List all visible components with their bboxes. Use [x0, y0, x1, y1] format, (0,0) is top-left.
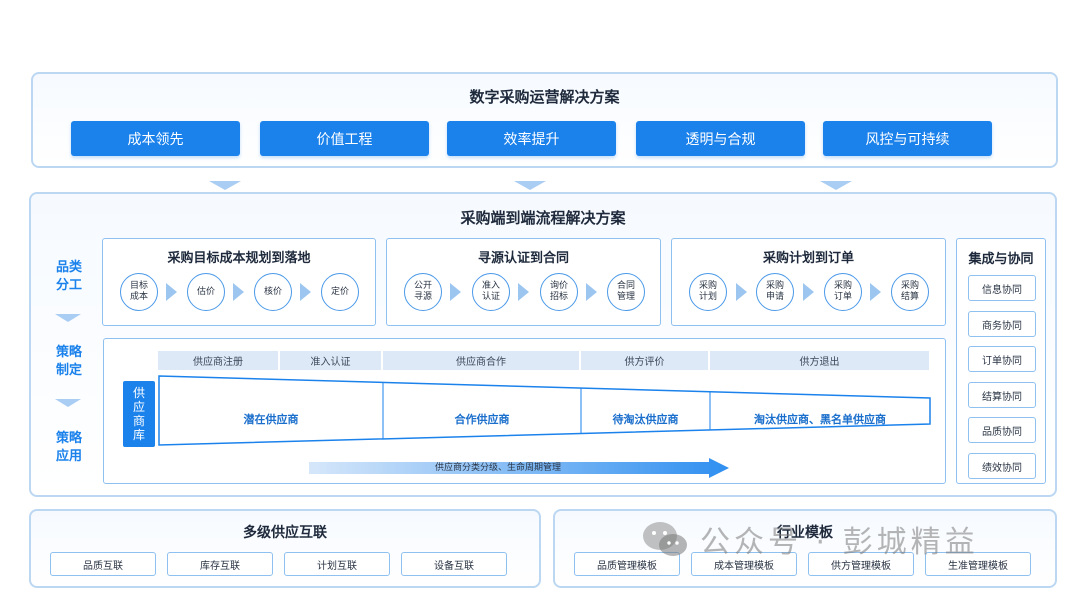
middle-title: 采购端到端流程解决方案 — [460, 209, 626, 227]
integration-collaboration: 集成与协同 信息协同 商务协同 订单协同 结算协同 品质协同 绩效协同 — [956, 238, 1046, 484]
step-inquiry-bidding[interactable]: 询价 招标 — [540, 273, 578, 311]
process-title: 寻源认证到合同 — [477, 251, 569, 266]
arrow-right-icon — [870, 283, 881, 301]
step-admission[interactable]: 准入 认证 — [472, 273, 510, 311]
multi-tier-supply-panel: 多级供应互联 品质互联 库存互联 计划互联 设备互联 — [29, 509, 541, 588]
step-purchase-plan[interactable]: 采购 计划 — [689, 273, 727, 311]
industry-templates-panel: 行业模板 品质管理模板 成本管理模板 供方管理模板 生准管理模板 — [553, 509, 1057, 588]
link-equipment[interactable]: 设备互联 — [401, 552, 507, 576]
template-production[interactable]: 生准管理模板 — [925, 552, 1031, 576]
arrow-right-icon — [518, 283, 529, 301]
side-label-application: 策略 应用 — [55, 431, 82, 464]
process-plan-to-order: 采购计划到订单 采购 计划 采购 申请 采购 订单 采购 结算 — [671, 238, 946, 326]
segment-pending-elimination: 待淘汰供应商 — [612, 413, 679, 426]
digital-procurement-panel: 数字采购运营解决方案 成本领先 价值工程 效率提升 透明与合规 风控与可持续 — [31, 72, 1058, 168]
arrow-right-icon — [233, 283, 244, 301]
collab-business[interactable]: 商务协同 — [968, 311, 1036, 337]
arrow-right-icon — [300, 283, 311, 301]
segment-eliminated-blacklist: 淘汰供应商、黑名单供应商 — [754, 413, 886, 426]
process-target-cost: 采购目标成本规划到落地 目标 成本 估价 核价 定价 — [102, 238, 376, 326]
arrow-right-icon — [803, 283, 814, 301]
chevron-down-icon — [55, 399, 81, 407]
pill-efficiency[interactable]: 效率提升 — [447, 121, 616, 156]
step-contract[interactable]: 合同 管理 — [607, 273, 645, 311]
process-sourcing: 寻源认证到合同 公开 寻源 准入 认证 询价 招标 合同 管理 — [386, 238, 661, 326]
templates-title: 行业模板 — [777, 525, 833, 541]
multi-title: 多级供应互联 — [243, 525, 327, 541]
collab-info[interactable]: 信息协同 — [968, 275, 1036, 301]
arrow-right-icon — [586, 283, 597, 301]
supplier-library-label: 供应商库 — [123, 381, 155, 447]
step-target-cost[interactable]: 目标 成本 — [120, 273, 158, 311]
chevron-down-icon — [209, 181, 241, 190]
pill-value-engineering[interactable]: 价值工程 — [260, 121, 429, 156]
arrow-right-icon — [166, 283, 177, 301]
chevron-down-icon — [55, 314, 81, 322]
arrow-right-icon — [736, 283, 747, 301]
step-purchase-request[interactable]: 采购 申请 — [756, 273, 794, 311]
pill-transparency[interactable]: 透明与合规 — [636, 121, 805, 156]
link-plan[interactable]: 计划互联 — [284, 552, 390, 576]
segment-cooperative: 合作供应商 — [454, 413, 510, 426]
template-supplier[interactable]: 供方管理模板 — [808, 552, 914, 576]
link-inventory[interactable]: 库存互联 — [167, 552, 273, 576]
collab-quality[interactable]: 品质协同 — [968, 417, 1036, 443]
template-quality[interactable]: 品质管理模板 — [574, 552, 680, 576]
step-purchase-order[interactable]: 采购 订单 — [824, 273, 862, 311]
chevron-down-icon — [514, 181, 546, 190]
chevron-down-icon — [820, 181, 852, 190]
segment-potential: 潜在供应商 — [243, 413, 299, 426]
arrow-right-icon — [450, 283, 461, 301]
step-pricing[interactable]: 定价 — [321, 273, 359, 311]
collab-performance[interactable]: 绩效协同 — [968, 453, 1036, 479]
template-cost[interactable]: 成本管理模板 — [691, 552, 797, 576]
lifecycle-label: 供应商分类分级、生命周期管理 — [434, 463, 561, 473]
pill-risk-control[interactable]: 风控与可持续 — [823, 121, 992, 156]
side-label-strategy: 策略 制定 — [55, 345, 82, 378]
integration-title: 集成与协同 — [968, 252, 1034, 267]
collab-settlement[interactable]: 结算协同 — [968, 382, 1036, 408]
link-quality[interactable]: 品质互联 — [50, 552, 156, 576]
process-title: 采购目标成本规划到落地 — [167, 251, 311, 266]
step-verify-price[interactable]: 核价 — [254, 273, 292, 311]
step-settlement[interactable]: 采购 结算 — [891, 273, 929, 311]
pill-cost-leadership[interactable]: 成本领先 — [71, 121, 240, 156]
supplier-library: 供应商注册 准入认证 供应商合作 供方评价 供方退出 供应商库 潜在供应商 合作… — [103, 338, 946, 484]
top-title: 数字采购运营解决方案 — [469, 88, 620, 106]
step-open-sourcing[interactable]: 公开 寻源 — [404, 273, 442, 311]
side-label-category: 品类 分工 — [55, 260, 82, 293]
collab-order[interactable]: 订单协同 — [968, 346, 1036, 372]
e2e-procurement-panel: 采购端到端流程解决方案 品类 分工 策略 制定 策略 应用 采购目标成本规划到落地 目… — [29, 192, 1057, 497]
process-title: 采购计划到订单 — [762, 251, 854, 266]
step-estimate[interactable]: 估价 — [187, 273, 225, 311]
